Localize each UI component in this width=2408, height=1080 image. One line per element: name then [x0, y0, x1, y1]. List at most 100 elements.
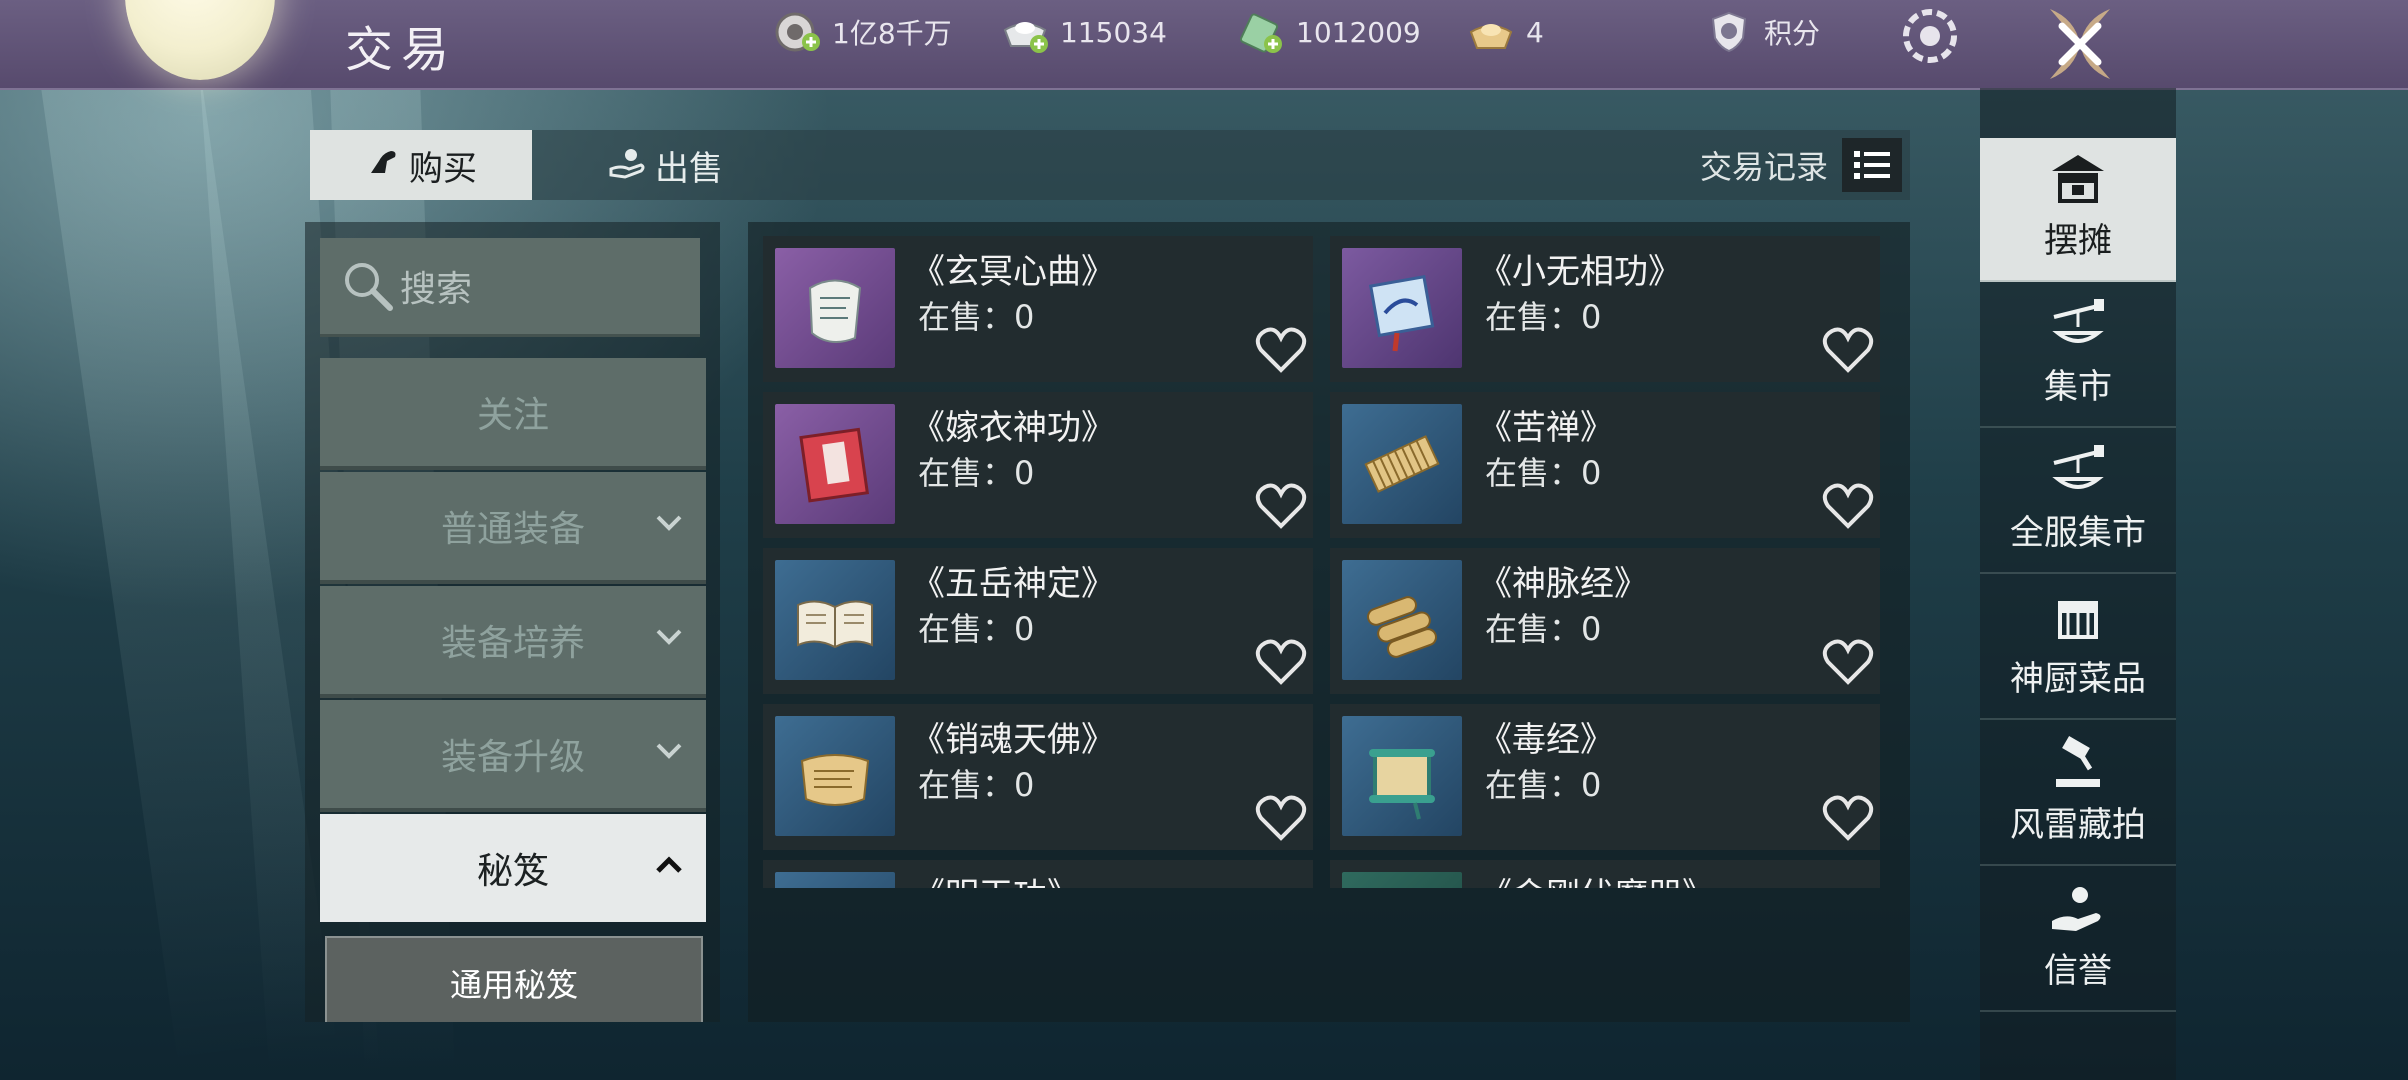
rolled-scrolls-icon — [1342, 560, 1462, 680]
scale-icon — [2052, 445, 2104, 489]
heart-icon[interactable] — [1255, 482, 1307, 530]
category-label: 普通装备 — [440, 509, 585, 550]
sidebar-item-chef-dishes[interactable]: 神厨菜品 — [1980, 576, 2176, 720]
points-label: 积分 — [1764, 17, 1821, 50]
listing-card[interactable]: 《玄冥心曲》 在售：0 — [763, 236, 1313, 382]
currency-ingot-value: 115034 — [1060, 15, 1167, 49]
search-label: 搜索 — [400, 269, 473, 310]
sidebar-item-label: 神厨菜品 — [2010, 659, 2146, 699]
sidebar-item-label: 信誉 — [2044, 951, 2112, 991]
sidebar-item-global-market[interactable]: 全服集市 — [1980, 430, 2176, 574]
sidebar-item-reputation[interactable]: 信誉 — [1980, 868, 2176, 1012]
listing-name: 《神脉经》 — [1478, 564, 1648, 604]
scroll-icon — [1342, 872, 1462, 888]
shop-icon — [2058, 601, 2098, 639]
sidebar-item-label: 集市 — [2044, 367, 2112, 407]
currency-gold[interactable]: 4 — [1466, 12, 1544, 52]
heart-icon[interactable] — [1255, 638, 1307, 686]
currency-jade-value: 1012009 — [1296, 15, 1421, 49]
heart-icon[interactable] — [1822, 794, 1874, 842]
jade-ticket-add-icon — [1236, 7, 1286, 57]
subcategory-label: 通用秘笈 — [449, 966, 578, 1004]
currency-ingot[interactable]: 115034 — [1000, 12, 1167, 53]
category-label: 秘笈 — [476, 851, 549, 892]
function-sidebar: 摆摊 集市 全服集市 神厨菜品 风雷藏拍 信誉 — [1980, 88, 2176, 1080]
category-follow[interactable]: 关注 — [320, 358, 706, 470]
ingot-add-icon — [1000, 7, 1050, 57]
close-icon — [2050, 9, 2110, 79]
category-label: 关注 — [476, 395, 549, 436]
green-scroll-icon — [1342, 716, 1462, 836]
heart-icon[interactable] — [1822, 638, 1874, 686]
category-label: 装备培养 — [440, 623, 585, 664]
listing-name: 《玄冥心曲》 — [911, 252, 1115, 292]
category-panel: 搜索 关注 普通装备 装备培养 装备升级 秘笈 通用秘笈 — [305, 222, 720, 1022]
search-button[interactable]: 搜索 — [320, 238, 700, 337]
listing-card[interactable]: 《小无相功》 在售：0 — [1330, 236, 1880, 382]
chevron-up-icon — [656, 856, 682, 873]
heart-icon[interactable] — [1255, 794, 1307, 842]
sidebar-item-auction[interactable]: 风雷藏拍 — [1980, 722, 2176, 866]
heart-icon[interactable] — [1255, 326, 1307, 374]
listing-card[interactable]: 《神脉经》 在售：0 — [1330, 548, 1880, 694]
category-equipment-training[interactable]: 装备培养 — [320, 586, 706, 698]
open-book-icon — [775, 560, 895, 680]
listing-card[interactable]: 《苦禅》 在售：0 — [1330, 392, 1880, 538]
parchment-scroll-icon — [775, 716, 895, 836]
category-secret-manuals[interactable]: 秘笈 — [320, 814, 706, 922]
tab-buy[interactable]: 购买 — [310, 130, 532, 200]
subcategory-general-manuals[interactable]: 通用秘笈 — [325, 936, 703, 1022]
buy-hand-icon — [365, 143, 401, 188]
silver-coin-add-icon — [772, 7, 822, 57]
listing-stock: 在售：0 — [1485, 298, 1602, 336]
settings-gear-icon — [1903, 9, 1957, 63]
listing-card[interactable]: 《五岳神定》 在售：0 — [763, 548, 1313, 694]
tab-sell[interactable]: 出售 — [580, 130, 750, 200]
painted-scroll-icon — [1342, 248, 1462, 368]
chevron-down-icon — [656, 743, 682, 759]
listing-stock: 在售：0 — [918, 454, 1035, 492]
listing-name: 《五岳神定》 — [911, 564, 1115, 604]
sidebar-item-stall[interactable]: 摆摊 — [1980, 138, 2176, 282]
close-button[interactable] — [2030, 0, 2130, 88]
hand-icon — [2052, 887, 2101, 931]
page-title: 交易 — [345, 22, 458, 78]
listing-card[interactable]: 《毒经》 在售：0 — [1330, 704, 1880, 850]
bamboo-slips-icon — [1342, 404, 1462, 524]
chevron-down-icon — [656, 515, 682, 531]
listing-card[interactable]: 《明玉功》 — [763, 860, 1313, 888]
sheet-music-scroll-icon — [775, 248, 895, 368]
listing-stock: 在售：0 — [1485, 454, 1602, 492]
gold-ingot-icon — [1466, 7, 1516, 57]
points-button[interactable]: 积分 — [1704, 11, 1821, 53]
chevron-down-icon — [656, 629, 682, 645]
heart-icon[interactable] — [1822, 326, 1874, 374]
sell-hand-icon — [607, 143, 647, 188]
trade-log-button[interactable]: 交易记录 — [1700, 130, 1910, 200]
settings-button[interactable] — [1898, 4, 1962, 68]
currency-silver[interactable]: 1亿8千万 — [772, 12, 952, 52]
category-equipment-upgrade[interactable]: 装备升级 — [320, 700, 706, 812]
tab-buy-label: 购买 — [409, 148, 477, 189]
tab-sell-label: 出售 — [655, 148, 723, 189]
listing-stock: 在售：0 — [1485, 610, 1602, 648]
listing-grid: 《玄冥心曲》 在售：0 《小无相功》 在售：0 《嫁衣神功》 在售：0 《苦禅》 — [748, 222, 1910, 1022]
list-icon — [1842, 138, 1902, 192]
listing-stock: 在售：0 — [1485, 766, 1602, 804]
listing-card[interactable]: 《销魂天佛》 在售：0 — [763, 704, 1313, 850]
search-icon — [340, 258, 396, 318]
sidebar-item-label: 风雷藏拍 — [2010, 805, 2146, 845]
listing-name: 《小无相功》 — [1478, 252, 1682, 292]
category-normal-equipment[interactable]: 普通装备 — [320, 472, 706, 584]
currency-jade[interactable]: 1012009 — [1236, 12, 1421, 53]
listing-name: 《明玉功》 — [911, 868, 1081, 888]
listing-card[interactable]: 《金刚伏魔咒》 — [1330, 860, 1880, 888]
sidebar-item-market[interactable]: 集市 — [1980, 284, 2176, 428]
listing-name: 《销魂天佛》 — [911, 720, 1115, 760]
scale-icon — [2052, 299, 2104, 343]
listing-scroll-area[interactable]: 《玄冥心曲》 在售：0 《小无相功》 在售：0 《嫁衣神功》 在售：0 《苦禅》 — [763, 236, 1903, 888]
listing-card[interactable]: 《嫁衣神功》 在售：0 — [763, 392, 1313, 538]
tab-bar: 购买 出售 交易记录 — [310, 130, 1910, 200]
stall-icon — [2052, 155, 2104, 203]
heart-icon[interactable] — [1822, 482, 1874, 530]
